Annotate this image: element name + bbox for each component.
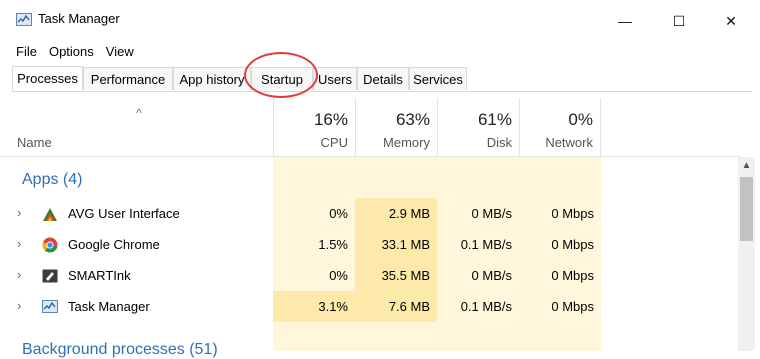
chrome-icon (42, 237, 58, 253)
cpu-cell: 3.1% (273, 291, 355, 322)
disk-cell: 0.1 MB/s (460, 237, 512, 252)
tab-processes[interactable]: Processes (12, 66, 83, 91)
expand-chevron-icon[interactable]: › (17, 205, 21, 220)
table-row[interactable]: › SMARTInk 0% 35.5 MB 0 MB/s 0 Mbps (0, 260, 740, 291)
scroll-thumb[interactable] (740, 177, 753, 241)
memory-cell: 33.1 MB (355, 229, 437, 260)
disk-percent: 61% (477, 110, 512, 129)
column-disk[interactable]: 61% Disk (437, 98, 519, 156)
menu-file[interactable]: File (10, 42, 43, 62)
tab-bar: Processes Performance App history Startu… (12, 66, 752, 92)
vertical-scrollbar[interactable]: ▲ (738, 157, 755, 351)
minimize-button[interactable]: — (602, 8, 648, 34)
memory-cell: 35.5 MB (355, 260, 437, 291)
tab-performance[interactable]: Performance (83, 67, 173, 90)
background-group-title[interactable]: Background processes (51) (22, 341, 218, 359)
tab-app-history[interactable]: App history (173, 67, 251, 90)
expand-chevron-icon[interactable]: › (17, 298, 21, 313)
cpu-cell: 1.5% (318, 237, 348, 252)
menu-view[interactable]: View (100, 42, 140, 62)
network-cell: 0 Mbps (551, 299, 594, 314)
task-manager-icon (42, 300, 58, 313)
cpu-label: CPU (320, 135, 348, 150)
disk-cell: 0.1 MB/s (460, 299, 512, 314)
network-label: Network (545, 135, 593, 150)
memory-percent: 63% (395, 110, 430, 129)
memory-label: Memory (383, 135, 430, 150)
smartink-icon (42, 269, 58, 283)
close-button[interactable]: ✕ (708, 8, 754, 34)
title-bar: Task Manager — ☐ ✕ (0, 0, 760, 38)
column-cpu[interactable]: 16% CPU (273, 98, 355, 156)
process-name: AVG User Interface (68, 206, 180, 221)
tab-users[interactable]: Users (313, 67, 357, 90)
apps-group-title[interactable]: Apps (4) (22, 171, 82, 189)
memory-cell: 2.9 MB (355, 198, 437, 229)
column-network[interactable]: 0% Network (519, 98, 601, 156)
network-cell: 0 Mbps (551, 268, 594, 283)
column-name[interactable]: Name (17, 135, 52, 150)
expand-chevron-icon[interactable]: › (17, 267, 21, 282)
process-name: Google Chrome (68, 237, 160, 252)
menu-bar: File Options View (10, 42, 140, 62)
disk-cell: 0 MB/s (471, 206, 512, 221)
menu-options[interactable]: Options (43, 42, 100, 62)
tab-details[interactable]: Details (357, 67, 409, 90)
column-header: ^ Name 16% CPU 63% Memory 61% Disk 0% Ne… (0, 98, 740, 157)
process-name: SMARTInk (68, 268, 131, 283)
disk-label: Disk (486, 135, 512, 150)
network-cell: 0 Mbps (551, 237, 594, 252)
disk-cell: 0 MB/s (471, 268, 512, 283)
process-name: Task Manager (68, 299, 150, 314)
expand-chevron-icon[interactable]: › (17, 236, 21, 251)
task-manager-icon (16, 13, 32, 26)
network-cell: 0 Mbps (551, 206, 594, 221)
maximize-button[interactable]: ☐ (656, 8, 702, 34)
table-row[interactable]: › Task Manager 3.1% 7.6 MB 0.1 MB/s 0 Mb… (0, 291, 740, 322)
sort-caret-icon[interactable]: ^ (136, 106, 142, 120)
column-memory[interactable]: 63% Memory (355, 98, 437, 156)
table-row[interactable]: › Google Chrome 1.5% 33.1 MB 0.1 MB/s 0 … (0, 229, 740, 260)
cpu-cell: 0% (329, 206, 348, 221)
avg-icon (43, 208, 57, 221)
tab-services[interactable]: Services (409, 67, 467, 90)
cpu-percent: 16% (313, 110, 348, 129)
memory-cell: 7.6 MB (355, 291, 437, 322)
scroll-up-icon[interactable]: ▲ (738, 157, 755, 174)
network-percent: 0% (568, 110, 593, 129)
cpu-cell: 0% (329, 268, 348, 283)
process-list: Apps (4) › AVG User Interface 0% 2.9 MB … (0, 157, 740, 358)
tab-startup[interactable]: Startup (251, 67, 313, 90)
table-row[interactable]: › AVG User Interface 0% 2.9 MB 0 MB/s 0 … (0, 198, 740, 229)
window-title: Task Manager (38, 11, 120, 26)
